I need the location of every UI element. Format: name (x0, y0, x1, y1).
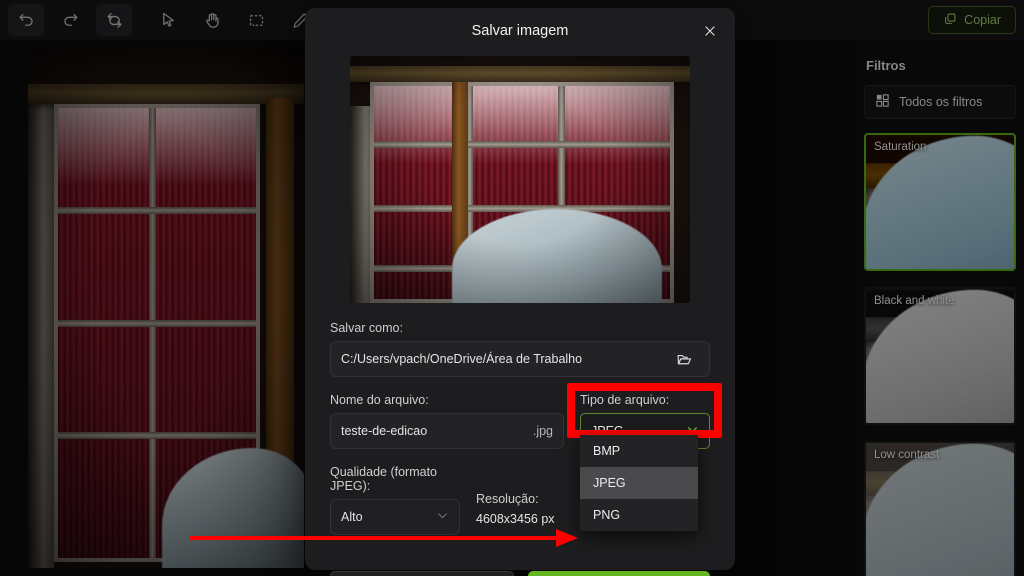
file-type-group: Tipo de arquivo: JPEG BMP JPEG PNG (567, 383, 722, 531)
file-name-label: Nome do arquivo: (330, 393, 429, 407)
dialog-header: Salvar imagem (305, 8, 735, 54)
save-button[interactable]: Salvar (528, 571, 710, 576)
chevron-down-icon (436, 509, 449, 525)
file-name-group: Nome do arquivo: teste-de-edicao .jpg (330, 393, 564, 449)
cancel-button[interactable]: Cancelar (330, 571, 514, 576)
quality-value: Alto (341, 510, 363, 524)
save-form: Salvar como: C:/Users/vpach/OneDrive/Áre… (305, 303, 735, 576)
name-and-type-row: Nome do arquivo: teste-de-edicao .jpg Ti… (330, 383, 722, 531)
file-name-input[interactable]: teste-de-edicao .jpg (330, 413, 564, 449)
dialog-actions: Cancelar Salvar (330, 571, 710, 576)
file-name-value: teste-de-edicao (341, 424, 428, 438)
save-as-label: Salvar como: (330, 321, 403, 335)
file-type-label: Tipo de arquivo: (580, 393, 670, 407)
image-preview (350, 56, 690, 303)
quality-label: Qualidade (formato JPEG): (330, 465, 438, 493)
save-image-dialog: Salvar imagem Salvar como: C:/Users/vpac… (305, 8, 735, 576)
save-path-value: C:/Users/vpach/OneDrive/Área de Trabalho (341, 352, 583, 366)
file-type-dropdown[interactable]: BMP JPEG PNG (580, 435, 698, 531)
image-editor-app: Copiar Filtros Todos os filtros Saturati… (0, 0, 1024, 576)
close-icon[interactable] (699, 20, 721, 42)
file-extension: .jpg (532, 424, 553, 438)
file-type-option-png[interactable]: PNG (580, 499, 698, 531)
save-path-input[interactable]: C:/Users/vpach/OneDrive/Área de Trabalho (330, 341, 710, 377)
file-type-option-jpeg[interactable]: JPEG (580, 467, 698, 499)
quality-select[interactable]: Alto (330, 499, 460, 535)
folder-open-icon[interactable] (669, 345, 699, 373)
quality-group: Qualidade (formato JPEG): Alto (330, 465, 460, 535)
dialog-title: Salvar imagem (471, 23, 569, 39)
file-type-option-bmp[interactable]: BMP (580, 435, 698, 467)
